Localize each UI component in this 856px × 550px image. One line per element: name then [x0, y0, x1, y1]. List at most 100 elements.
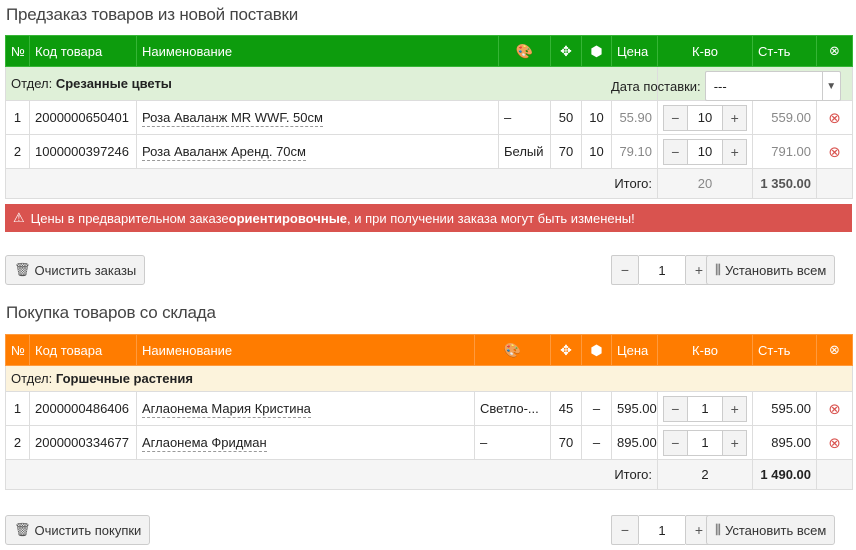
plus-button[interactable]: + — [722, 395, 747, 422]
clear-purchases-button[interactable]: 🗑 Очистить покупки — [5, 515, 151, 545]
clear-all-icon[interactable]: ⊗ — [816, 334, 853, 366]
delete-icon[interactable]: ⊗ — [828, 110, 841, 127]
clear-orders-button[interactable]: 🗑 Очистить заказы — [5, 255, 146, 285]
product-link[interactable]: Роза Аваланж Аренд. 70см — [142, 144, 306, 161]
quantity-input[interactable]: 10 — [687, 138, 723, 165]
set-all-button[interactable]: ⫼ Установить всем — [706, 255, 836, 285]
set-qty-input[interactable]: 1 — [639, 515, 685, 545]
col-price: Цена — [611, 334, 658, 366]
minus-button[interactable]: − — [611, 255, 639, 285]
date-label: Дата поставки: — [611, 78, 701, 94]
product-link[interactable]: Аглаонема Фридман — [142, 435, 267, 452]
row-pack: 10 — [581, 100, 612, 135]
delete-icon[interactable]: ⊗ — [828, 144, 841, 161]
total-label: Итого: — [5, 459, 658, 490]
plus-button[interactable]: + — [722, 429, 747, 456]
product-link[interactable]: Роза Аваланж MR WWF. 50см — [142, 110, 323, 127]
set-all-label: Установить всем — [724, 262, 827, 278]
delivery-date: Дата поставки: --- ▼ — [611, 71, 841, 101]
trash-icon: 🗑 — [14, 262, 31, 277]
row-color: – — [498, 100, 551, 135]
section-row: Отдел: Горшечные растения — [5, 365, 853, 392]
col-sum: Ст-ть — [752, 35, 817, 67]
quantity-input[interactable]: 10 — [687, 104, 723, 131]
warning-icon: ⚠ — [13, 210, 25, 225]
section-name: Горшечные растения — [55, 371, 193, 386]
purchase-table: № Код товара Наименование 🎨 ✥ ⬢ Цена К-в… — [5, 334, 853, 490]
delete-icon[interactable]: ⊗ — [828, 435, 841, 452]
minus-button[interactable]: − — [663, 429, 688, 456]
row-num: 2 — [5, 425, 30, 460]
col-num: № — [5, 334, 30, 366]
row-pack: – — [581, 391, 612, 426]
quantity-input[interactable]: 1 — [687, 429, 723, 456]
quantity-input[interactable]: 1 — [687, 395, 723, 422]
clear-all-icon[interactable]: ⊗ — [816, 35, 853, 67]
row-pack: 10 — [581, 134, 612, 169]
date-value: --- — [713, 78, 727, 94]
row-price: 79.10 — [611, 134, 658, 169]
row-price: 595.00 — [611, 391, 658, 426]
set-qty-stepper: −1 + — [611, 255, 713, 285]
row-num: 1 — [5, 100, 30, 135]
quantity-stepper: −10 + — [663, 104, 747, 131]
quantity-stepper: −1 + — [663, 429, 747, 456]
col-name: Наименование — [136, 35, 499, 67]
quantity-stepper: −10 + — [663, 138, 747, 165]
row-price: 55.90 — [611, 100, 658, 135]
col-name: Наименование — [136, 334, 475, 366]
row-pack: – — [581, 425, 612, 460]
col-qty: К-во — [657, 334, 753, 366]
delivery-date-select[interactable]: --- ▼ — [704, 71, 841, 101]
section-name: Срезанные цветы — [55, 76, 172, 91]
palette-icon: 🎨 — [474, 334, 551, 366]
sliders-icon: ⫼ — [715, 262, 721, 277]
row-size: 50 — [550, 100, 582, 135]
row-num: 1 — [5, 391, 30, 426]
col-sum: Ст-ть — [752, 334, 817, 366]
col-qty: К-во — [657, 35, 753, 67]
minus-button[interactable]: − — [663, 138, 688, 165]
total-sum: 1 490.00 — [752, 459, 817, 490]
price-warning: ⚠ Цены в предварительном заказе ориентиро… — [5, 204, 852, 232]
row-sum: 791.00 — [752, 134, 817, 169]
row-sum: 559.00 — [752, 100, 817, 135]
section-label: Отдел: — [11, 371, 53, 386]
minus-button[interactable]: − — [663, 104, 688, 131]
row-color: Светло-... — [474, 391, 551, 426]
section-row: Отдел: Срезанные цветы — [5, 66, 658, 101]
row-size: 70 — [550, 425, 582, 460]
warning-text-end: , и при получении заказа могут быть изме… — [347, 210, 635, 226]
row-price: 895.00 — [611, 425, 658, 460]
set-qty-stepper: −1 + — [611, 515, 713, 545]
trash-icon: 🗑 — [14, 522, 31, 537]
set-qty-input[interactable]: 1 — [639, 255, 685, 285]
purchase-title: Покупка товаров со склада — [6, 303, 216, 322]
minus-button[interactable]: − — [611, 515, 639, 545]
clear-purchases-label: Очистить покупки — [34, 522, 142, 538]
col-code: Код товара — [29, 334, 137, 366]
col-num: № — [5, 35, 30, 67]
row-color: Белый — [498, 134, 551, 169]
row-size: 45 — [550, 391, 582, 426]
delete-icon[interactable]: ⊗ — [828, 401, 841, 418]
set-all-label: Установить всем — [724, 522, 827, 538]
total-sum: 1 350.00 — [752, 168, 817, 199]
box-icon: ⬢ — [581, 334, 612, 366]
plus-button[interactable]: + — [722, 138, 747, 165]
minus-button[interactable]: − — [663, 395, 688, 422]
plus-button[interactable]: + — [722, 104, 747, 131]
row-size: 70 — [550, 134, 582, 169]
col-code: Код товара — [29, 35, 137, 67]
warning-text: Цены в предварительном заказе — [30, 210, 229, 226]
product-link[interactable]: Аглаонема Мария Кристина — [142, 401, 311, 418]
quantity-stepper: −1 + — [663, 395, 747, 422]
chevron-down-icon: ▼ — [821, 72, 840, 100]
set-all-button[interactable]: ⫼ Установить всем — [706, 515, 836, 545]
total-qty: 20 — [657, 168, 753, 199]
palette-icon: 🎨 — [498, 35, 551, 67]
preorder-table: № Код товара Наименование 🎨 ✥ ⬢ Цена К-в… — [5, 35, 853, 199]
row-code: 2000000334677 — [29, 425, 137, 460]
row-sum: 595.00 — [752, 391, 817, 426]
clear-orders-label: Очистить заказы — [34, 262, 137, 278]
